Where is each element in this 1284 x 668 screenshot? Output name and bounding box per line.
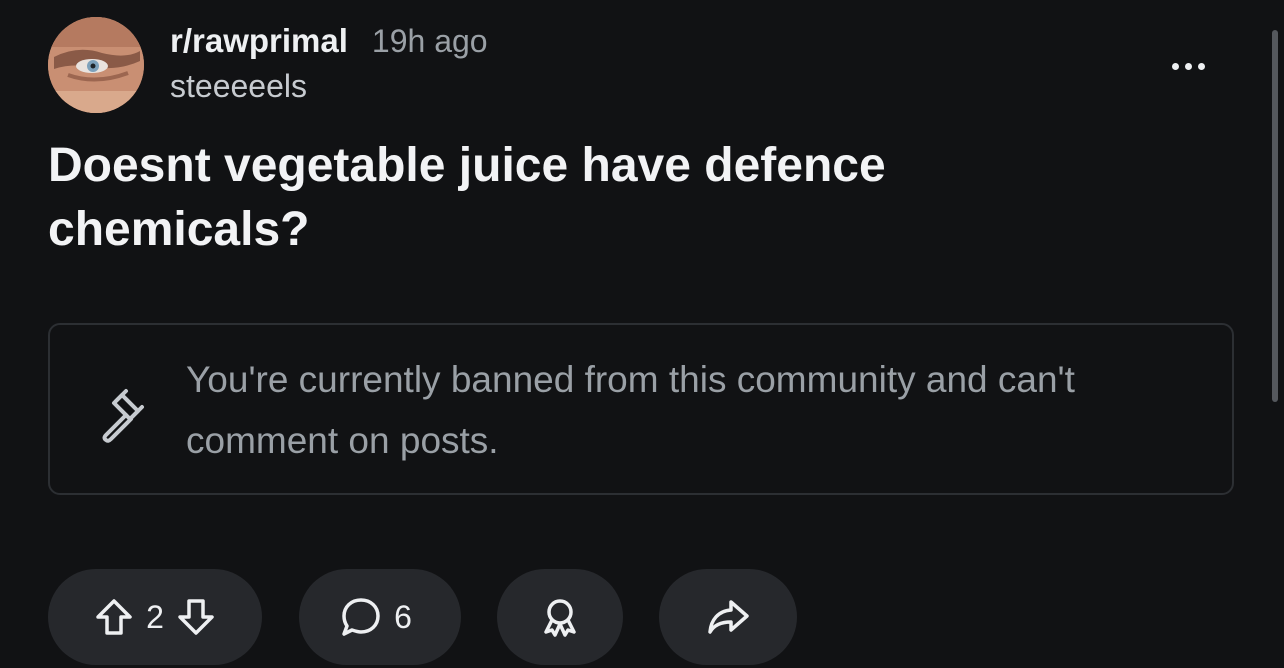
more-options-button[interactable] xyxy=(1160,48,1216,84)
post-meta: r/rawprimal 19h ago steeeeels xyxy=(170,22,488,105)
vote-count: 2 xyxy=(146,598,164,635)
comments-button[interactable]: 6 xyxy=(299,569,461,665)
post-time: 19h ago xyxy=(371,23,488,59)
subreddit-link[interactable]: r/rawprimal xyxy=(170,22,348,60)
gavel-icon xyxy=(102,389,144,443)
share-icon xyxy=(708,600,749,634)
more-dot-icon xyxy=(1197,62,1205,70)
comment-count: 6 xyxy=(394,598,412,635)
ban-notice-text: You're currently banned from this commun… xyxy=(186,359,1075,461)
downvote-icon[interactable] xyxy=(174,595,218,639)
ban-notice: You're currently banned from this commun… xyxy=(48,323,1234,495)
more-dot-icon xyxy=(1184,62,1192,70)
author-link[interactable]: steeeeels xyxy=(170,68,488,105)
share-button[interactable] xyxy=(659,569,797,665)
upvote-icon[interactable] xyxy=(92,595,136,639)
vote-pill: 2 xyxy=(48,569,262,665)
post-title: Doesnt vegetable juice have defence chem… xyxy=(48,139,886,256)
avatar[interactable] xyxy=(48,17,144,113)
more-dot-icon xyxy=(1171,62,1179,70)
comment-icon xyxy=(342,598,380,636)
scrollbar[interactable] xyxy=(1272,30,1278,402)
post-page: r/rawprimal 19h ago steeeeels Doesnt veg… xyxy=(0,0,1284,668)
award-button[interactable] xyxy=(497,569,623,665)
award-icon xyxy=(544,599,576,637)
avatar-image xyxy=(48,17,144,113)
